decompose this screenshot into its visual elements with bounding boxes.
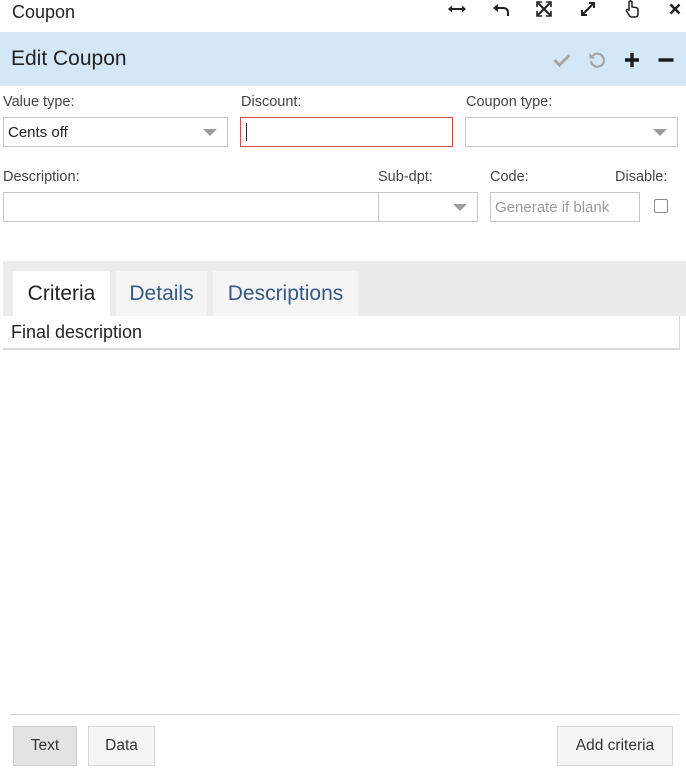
text-button[interactable]: Text [13, 726, 77, 766]
add-criteria-button[interactable]: Add criteria [557, 726, 673, 766]
column-header-final-description[interactable]: Final description [11, 322, 142, 343]
value-type-value: Cents off [8, 124, 68, 141]
disable-checkbox[interactable] [654, 199, 668, 213]
description-label: Description: [3, 169, 80, 185]
description-input[interactable] [3, 192, 379, 222]
value-type-select[interactable]: Cents off [3, 117, 228, 147]
chevron-down-icon [203, 129, 217, 136]
window-title: Coupon [12, 2, 76, 22]
coupon-type-label: Coupon type: [466, 94, 553, 110]
undo-icon[interactable] [490, 0, 512, 18]
disable-label: Disable: [615, 169, 668, 185]
value-type-label: Value type: [3, 94, 75, 110]
data-button[interactable]: Data [88, 726, 155, 766]
criteria-grid-header: Final description [3, 316, 680, 350]
close-icon[interactable] [664, 0, 686, 18]
code-label: Code: [490, 169, 529, 185]
tab-bar: Criteria Details Descriptions [3, 261, 686, 316]
expand-icon[interactable] [577, 0, 599, 18]
resize-horizontal-icon[interactable] [446, 0, 468, 18]
tab-details[interactable]: Details [116, 271, 207, 316]
refresh-icon[interactable] [586, 49, 608, 71]
discount-label: Discount: [241, 94, 302, 110]
pointer-icon[interactable] [621, 0, 643, 18]
tab-criteria[interactable]: Criteria [13, 271, 110, 316]
minus-icon[interactable] [655, 49, 677, 71]
chevron-down-icon [653, 129, 667, 136]
discount-input[interactable] [240, 117, 453, 147]
chevron-down-icon [453, 204, 467, 211]
window-titlebar: Coupon [0, 0, 686, 30]
code-placeholder: Generate if blank [495, 199, 610, 216]
sub-dpt-label: Sub-dpt: [378, 169, 433, 185]
text-cursor [246, 123, 247, 141]
footer-divider [10, 714, 679, 715]
tab-descriptions[interactable]: Descriptions [213, 271, 358, 316]
shrink-icon[interactable] [533, 0, 555, 18]
code-input[interactable]: Generate if blank [490, 192, 640, 222]
sub-dpt-select[interactable] [378, 192, 478, 222]
page-title: Edit Coupon [11, 47, 127, 70]
check-icon[interactable] [551, 49, 573, 71]
edit-header: Edit Coupon [0, 32, 686, 86]
plus-icon[interactable] [621, 49, 643, 71]
coupon-type-select[interactable] [465, 117, 678, 147]
